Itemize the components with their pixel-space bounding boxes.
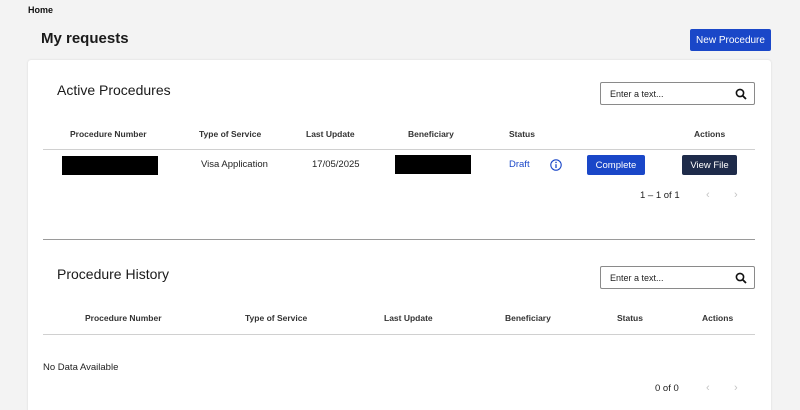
page-title: My requests bbox=[41, 30, 129, 47]
info-icon[interactable] bbox=[550, 159, 562, 171]
empty-state-text: No Data Available bbox=[43, 362, 119, 373]
redacted-beneficiary bbox=[395, 155, 471, 174]
chevron-right-icon[interactable]: › bbox=[734, 382, 738, 394]
chevron-right-icon[interactable]: › bbox=[734, 189, 738, 201]
column-header-status: Status bbox=[509, 129, 535, 139]
search-icon[interactable] bbox=[735, 272, 747, 284]
complete-button[interactable]: Complete bbox=[587, 155, 645, 175]
column-header-last-update: Last Update bbox=[384, 313, 433, 323]
column-header-type-of-service: Type of Service bbox=[245, 313, 308, 323]
column-header-last-update: Last Update bbox=[306, 129, 355, 139]
search-icon[interactable] bbox=[735, 88, 747, 100]
column-header-procedure-number: Procedure Number bbox=[70, 129, 147, 139]
column-header-actions: Actions bbox=[702, 313, 734, 323]
cell-type-of-service: Visa Application bbox=[201, 159, 268, 170]
history-pagination-range: 0 of 0 bbox=[655, 383, 679, 394]
table-header-divider bbox=[43, 149, 755, 150]
redacted-procedure-number bbox=[62, 156, 158, 175]
active-search-input[interactable] bbox=[610, 88, 730, 99]
status-draft-link[interactable]: Draft bbox=[509, 159, 530, 170]
procedure-history-title: Procedure History bbox=[57, 266, 170, 282]
table-header-divider bbox=[43, 334, 755, 335]
column-header-beneficiary: Beneficiary bbox=[408, 129, 454, 139]
cell-last-update: 17/05/2025 bbox=[312, 159, 360, 170]
column-header-actions: Actions bbox=[694, 129, 726, 139]
active-procedures-title: Active Procedures bbox=[57, 82, 171, 98]
new-procedure-button[interactable]: New Procedure bbox=[690, 29, 771, 51]
column-header-type-of-service: Type of Service bbox=[199, 129, 262, 139]
column-header-procedure-number: Procedure Number bbox=[85, 313, 162, 323]
active-pagination-range: 1 – 1 of 1 bbox=[640, 190, 680, 201]
section-divider bbox=[43, 239, 755, 240]
active-search-box[interactable] bbox=[600, 82, 755, 105]
column-header-status: Status bbox=[617, 313, 643, 323]
chevron-left-icon[interactable]: ‹ bbox=[706, 189, 710, 201]
history-search-box[interactable] bbox=[600, 266, 755, 289]
view-file-button[interactable]: View File bbox=[682, 155, 737, 175]
chevron-left-icon[interactable]: ‹ bbox=[706, 382, 710, 394]
main-card: Active Procedures Procedure Number Type … bbox=[28, 60, 771, 410]
breadcrumb-home[interactable]: Home bbox=[28, 5, 53, 15]
column-header-beneficiary: Beneficiary bbox=[505, 313, 551, 323]
history-search-input[interactable] bbox=[610, 272, 730, 283]
